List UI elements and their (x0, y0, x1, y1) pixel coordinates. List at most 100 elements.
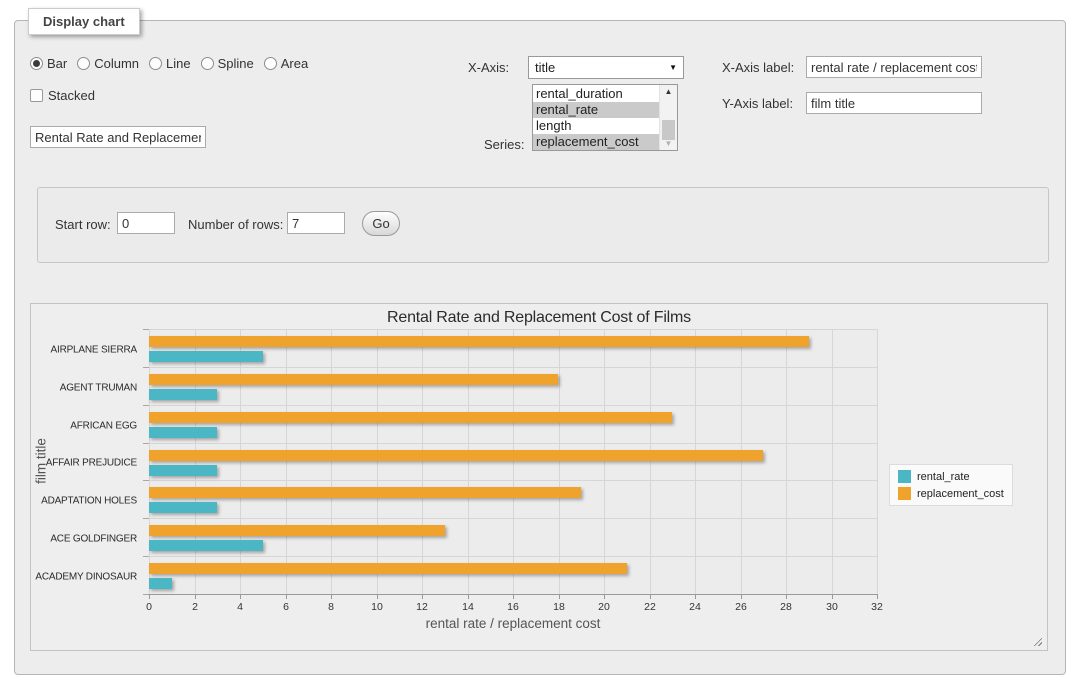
series-multiselect[interactable]: rental_duration rental_rate length repla… (532, 84, 678, 151)
y-axis-tick (143, 556, 149, 557)
go-button[interactable]: Go (362, 211, 400, 236)
x-axis-tick (331, 595, 332, 599)
gridline (559, 329, 560, 594)
x-axis-tick (149, 595, 150, 599)
x-axis-tick (468, 595, 469, 599)
series-option-rental-duration[interactable]: rental_duration (533, 86, 659, 102)
start-row-input[interactable] (117, 212, 175, 234)
stacked-label: Stacked (48, 88, 95, 103)
radio-bar-label: Bar (47, 56, 67, 71)
stacked-checkbox[interactable]: Stacked (30, 88, 95, 103)
number-of-rows-input[interactable] (287, 212, 345, 234)
legend-item-replacement-cost[interactable]: replacement_cost (898, 487, 1004, 500)
gridline (695, 329, 696, 594)
y-axis-label-input[interactable] (806, 92, 982, 114)
x-tick-label: 18 (553, 601, 565, 613)
x-axis-tick (286, 595, 287, 599)
legend-item-rental-rate[interactable]: rental_rate (898, 470, 1004, 483)
y-axis-tick (143, 443, 149, 444)
radio-spline-control (201, 57, 214, 70)
x-axis-tick (741, 595, 742, 599)
gridline (786, 329, 787, 594)
x-axis-tick (695, 595, 696, 599)
scrollbar-down-icon[interactable]: ▼ (660, 139, 677, 148)
category-label: AFFAIR PREJUDICE (46, 458, 137, 469)
x-axis-title: rental rate / replacement cost (149, 616, 877, 631)
x-axis-tick (195, 595, 196, 599)
x-axis-tick (377, 595, 378, 599)
category-label: ADAPTATION HOLES (41, 496, 137, 507)
radio-line[interactable]: Line (149, 56, 191, 71)
dropdown-arrow-icon: ▼ (669, 63, 677, 72)
x-axis-tick (832, 595, 833, 599)
gridline (468, 329, 469, 594)
number-of-rows-label: Number of rows: (188, 217, 283, 232)
series-list-scrollbar[interactable]: ▲ ▼ (659, 85, 677, 150)
radio-area[interactable]: Area (264, 56, 308, 71)
x-axis-tick (604, 595, 605, 599)
gridline (877, 329, 878, 594)
gridline (832, 329, 833, 594)
x-axis-tick (786, 595, 787, 599)
bar-replacement_cost (149, 412, 672, 423)
x-axis-label-input[interactable] (806, 56, 982, 78)
x-tick-label: 8 (328, 601, 334, 613)
radio-bar-control (30, 57, 43, 70)
x-axis-tick (513, 595, 514, 599)
band-separator (149, 367, 877, 368)
x-tick-label: 26 (735, 601, 747, 613)
panel-legend: Display chart (28, 8, 140, 35)
chart-title-input[interactable] (30, 126, 206, 148)
gridline (422, 329, 423, 594)
x-tick-label: 2 (192, 601, 198, 613)
series-option-rental-rate[interactable]: rental_rate (533, 102, 659, 118)
gridline (513, 329, 514, 594)
band-separator (149, 443, 877, 444)
gridline (741, 329, 742, 594)
x-tick-label: 24 (689, 601, 701, 613)
plot-area (149, 329, 877, 594)
category-label: AIRPLANE SIERRA (51, 345, 137, 356)
bar-replacement_cost (149, 336, 809, 347)
radio-spline[interactable]: Spline (201, 56, 254, 71)
resize-grip-icon[interactable] (1032, 636, 1042, 646)
scrollbar-up-icon[interactable]: ▲ (660, 87, 677, 96)
band-separator (149, 405, 877, 406)
band-separator (149, 518, 877, 519)
rental-rate-swatch-icon (898, 470, 911, 483)
x-axis-label-label: X-Axis label: (722, 60, 794, 75)
series-option-length[interactable]: length (533, 118, 659, 134)
x-tick-label: 20 (598, 601, 610, 613)
x-tick-label: 22 (644, 601, 656, 613)
y-axis-tick (143, 329, 149, 330)
x-axis-tick (422, 595, 423, 599)
category-label: ACADEMY DINOSAUR (35, 572, 137, 583)
radio-line-control (149, 57, 162, 70)
bar-rental_rate (149, 465, 217, 476)
bar-replacement_cost (149, 450, 763, 461)
y-axis-tick (143, 518, 149, 519)
y-axis-tick (143, 367, 149, 368)
radio-area-control (264, 57, 277, 70)
band-separator (149, 329, 877, 330)
gridline (195, 329, 196, 594)
scrollbar-thumb[interactable] (662, 120, 675, 140)
gridline (149, 329, 150, 594)
series-option-replacement-cost[interactable]: replacement_cost (533, 134, 659, 150)
band-separator (149, 480, 877, 481)
radio-column[interactable]: Column (77, 56, 139, 71)
gridline (604, 329, 605, 594)
series-option-list: rental_duration rental_rate length repla… (533, 85, 659, 150)
x-tick-label: 28 (780, 601, 792, 613)
gridline (331, 329, 332, 594)
category-label: AFRICAN EGG (70, 421, 137, 432)
x-tick-label: 32 (871, 601, 883, 613)
band-separator (149, 556, 877, 557)
y-axis-tick (143, 480, 149, 481)
page: Display chart Bar Column Line Spline Are… (0, 0, 1081, 681)
radio-bar[interactable]: Bar (30, 56, 67, 71)
x-tick-label: 14 (462, 601, 474, 613)
gridline (377, 329, 378, 594)
x-axis-select[interactable]: title ▼ (528, 56, 684, 79)
x-tick-label: 16 (507, 601, 519, 613)
